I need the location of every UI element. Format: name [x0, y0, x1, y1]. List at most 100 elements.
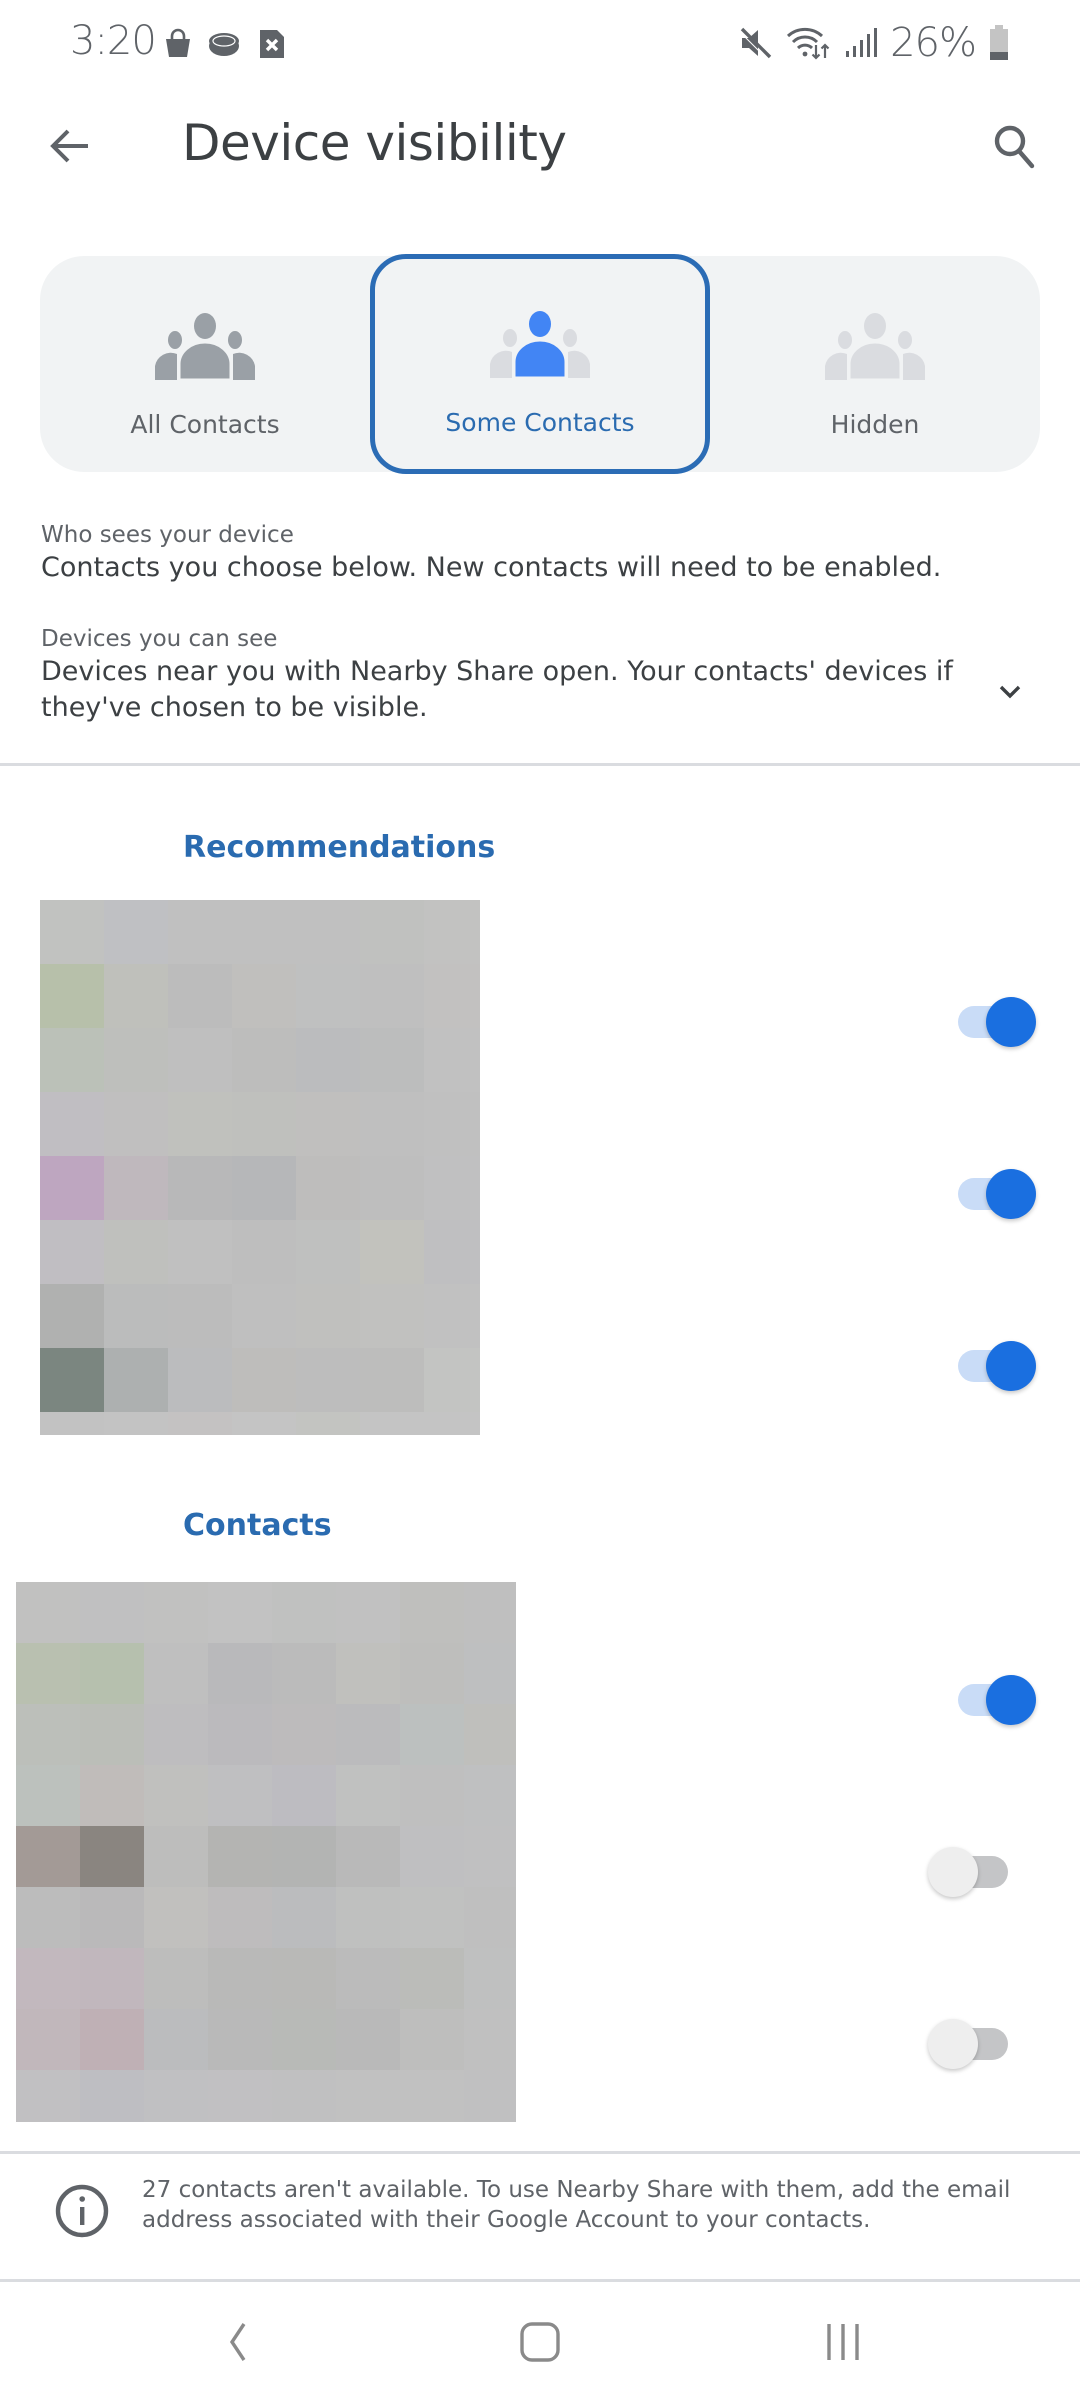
- arrow-back-icon: [50, 129, 88, 163]
- unavailable-contacts-notice: 27 contacts aren't available. To use Nea…: [0, 2155, 1080, 2280]
- battery-icon: [990, 25, 1008, 60]
- option-some-contacts[interactable]: Some Contacts: [370, 254, 710, 474]
- some-contacts-icon: [490, 311, 590, 378]
- battery-percent: 26%: [890, 20, 977, 66]
- redacted-pixel: [104, 1156, 168, 1220]
- redacted-pixel: [40, 1220, 104, 1284]
- redacted-pixel: [16, 2009, 80, 2070]
- redacted-pixel: [336, 1887, 400, 1948]
- redacted-pixel: [296, 900, 360, 964]
- contact-toggle[interactable]: [928, 2012, 1018, 2072]
- redacted-pixel: [144, 1887, 208, 1948]
- redacted-pixel: [360, 1092, 424, 1156]
- notice-text: 27 contacts aren't available. To use Nea…: [142, 2177, 1011, 2233]
- redacted-pixel: [16, 1643, 80, 1704]
- redacted-pixel: [208, 1948, 272, 2009]
- chevron-down-icon[interactable]: [990, 678, 1030, 708]
- redacted-pixel: [296, 1412, 360, 1435]
- redacted-pixel: [424, 1220, 480, 1284]
- option-label: Some Contacts: [445, 408, 635, 437]
- redacted-pixel: [232, 964, 296, 1028]
- redacted-pixel: [272, 2009, 336, 2070]
- redacted-pixel: [16, 1887, 80, 1948]
- redacted-pixel: [424, 964, 480, 1028]
- contacts-list-redacted: [16, 1582, 516, 2122]
- redacted-pixel: [272, 1582, 336, 1643]
- redacted-pixel: [296, 1348, 360, 1412]
- redacted-pixel: [336, 1948, 400, 2009]
- redacted-pixel: [168, 1028, 232, 1092]
- recommendation-toggle[interactable]: [948, 990, 1038, 1050]
- redacted-pixel: [400, 1582, 464, 1643]
- back-button[interactable]: [40, 116, 100, 176]
- redacted-pixel: [464, 1765, 516, 1826]
- redacted-pixel: [16, 1948, 80, 2009]
- redacted-pixel: [464, 1704, 516, 1765]
- option-hidden[interactable]: Hidden: [710, 256, 1040, 472]
- redacted-pixel: [80, 1887, 144, 1948]
- nav-home-button[interactable]: [505, 2312, 575, 2372]
- devices-see-label: Devices you can see: [41, 626, 278, 652]
- wifi-data-icon: [787, 27, 830, 60]
- redacted-pixel: [400, 2009, 464, 2070]
- redacted-pixel: [144, 1826, 208, 1887]
- divider: [0, 2151, 1080, 2154]
- redacted-pixel: [104, 1092, 168, 1156]
- redacted-pixel: [208, 1826, 272, 1887]
- status-time: 3:20: [70, 18, 157, 64]
- redacted-pixel: [40, 1412, 104, 1435]
- redacted-pixel: [80, 1826, 144, 1887]
- search-button[interactable]: [984, 116, 1044, 176]
- redacted-pixel: [16, 1765, 80, 1826]
- option-label: Hidden: [830, 410, 920, 439]
- redacted-pixel: [336, 1765, 400, 1826]
- redacted-pixel: [40, 1028, 104, 1092]
- redacted-pixel: [168, 1220, 232, 1284]
- redacted-pixel: [272, 1948, 336, 2009]
- redacted-pixel: [232, 1092, 296, 1156]
- redacted-pixel: [272, 1643, 336, 1704]
- redacted-pixel: [104, 1220, 168, 1284]
- redacted-pixel: [296, 964, 360, 1028]
- devices-see-section[interactable]: Devices you can see Devices near you wit…: [41, 624, 961, 726]
- redacted-pixel: [40, 964, 104, 1028]
- redacted-pixel: [272, 1826, 336, 1887]
- redacted-pixel: [104, 900, 168, 964]
- redacted-pixel: [400, 2070, 464, 2122]
- redacted-pixel: [16, 1826, 80, 1887]
- redacted-pixel: [208, 1582, 272, 1643]
- redacted-pixel: [360, 1156, 424, 1220]
- redacted-pixel: [80, 1704, 144, 1765]
- redacted-pixel: [360, 964, 424, 1028]
- redacted-pixel: [400, 1765, 464, 1826]
- redacted-pixel: [232, 1156, 296, 1220]
- redacted-pixel: [336, 1826, 400, 1887]
- redacted-pixel: [336, 2009, 400, 2070]
- redacted-pixel: [104, 1412, 168, 1435]
- hidden-icon: [825, 313, 925, 380]
- redacted-pixel: [168, 1412, 232, 1435]
- redacted-pixel: [104, 1028, 168, 1092]
- nav-back-button[interactable]: [202, 2312, 272, 2372]
- redacted-pixel: [144, 1704, 208, 1765]
- redacted-pixel: [40, 900, 104, 964]
- contact-toggle[interactable]: [928, 1840, 1018, 1900]
- redacted-pixel: [424, 1156, 480, 1220]
- recommendation-toggle[interactable]: [948, 1334, 1038, 1394]
- nav-back-icon: [229, 2323, 246, 2361]
- who-sees-label: Who sees your device: [41, 522, 294, 548]
- redacted-pixel: [208, 1765, 272, 1826]
- visibility-selector: All Contacts Some Contacts Hidden: [40, 254, 1040, 474]
- contact-toggle[interactable]: [948, 1668, 1038, 1728]
- recommendation-toggle[interactable]: [948, 1162, 1038, 1222]
- redacted-pixel: [272, 2070, 336, 2122]
- redacted-pixel: [464, 2009, 516, 2070]
- redacted-pixel: [400, 1704, 464, 1765]
- redacted-pixel: [400, 1643, 464, 1704]
- redacted-pixel: [232, 1348, 296, 1412]
- option-all-contacts[interactable]: All Contacts: [40, 256, 370, 472]
- app-bar: Device visibility: [0, 90, 1080, 200]
- nav-recents-button[interactable]: [808, 2312, 878, 2372]
- redacted-pixel: [168, 1092, 232, 1156]
- nav-recents-icon: [827, 2324, 859, 2360]
